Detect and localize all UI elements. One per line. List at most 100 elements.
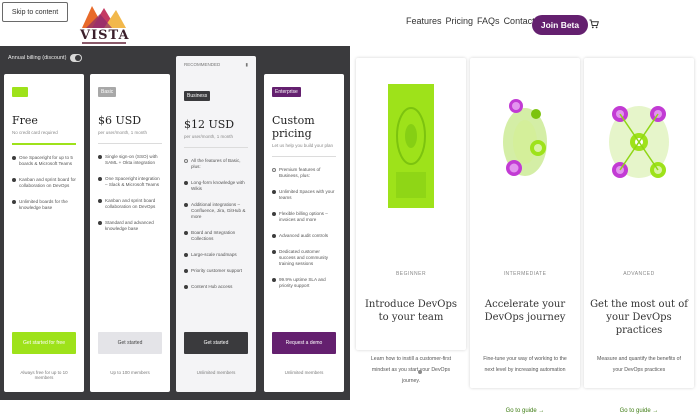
plan-card-free: Free Free No credit card required One Sp… xyxy=(4,74,84,392)
intermediate-illustration-icon xyxy=(503,99,547,176)
card-description: Measure and quantify the benefits of you… xyxy=(597,356,681,373)
logo-mark-icon xyxy=(82,6,126,28)
plan-price: Free xyxy=(12,114,38,127)
request-demo-button[interactable]: Request a demo xyxy=(272,332,336,354)
get-started-free-button[interactable]: Get started for free xyxy=(12,332,76,354)
feature-item: One Spaceright integration – Slack & Mic… xyxy=(98,176,162,188)
feature-item: Large-scale roadmaps xyxy=(184,252,248,258)
check-icon xyxy=(272,190,276,194)
recommended-row: RECOMMENDED ▮ xyxy=(184,62,248,68)
site-header: Skip to content VISTA Features Pricing F… xyxy=(0,0,700,46)
feature-item: Single sign-on (SSO) with SAML + Okta in… xyxy=(98,154,162,166)
nav-features[interactable]: Features xyxy=(406,16,442,26)
skip-to-content-link[interactable]: Skip to content xyxy=(2,2,68,22)
feature-item: Advanced audit controls xyxy=(272,233,336,239)
feature-item: Kanban and sprint board collaboration on… xyxy=(98,198,162,210)
check-icon xyxy=(98,199,102,203)
check-icon xyxy=(184,285,188,289)
check-icon xyxy=(12,156,16,160)
feature-item: Board and Integration Collections xyxy=(184,230,248,242)
plan-price: $12 USD xyxy=(184,118,235,131)
check-icon xyxy=(272,278,276,282)
feature-item: Unlimited Spaces with your teams xyxy=(272,189,336,201)
card-description: Fine-tune your way of working to the nex… xyxy=(483,356,567,373)
feature-item: Standard and advanced knowledge base xyxy=(98,220,162,232)
feature-item: Unlimited boards for the knowledge base xyxy=(12,199,76,211)
plan-badge: Free xyxy=(12,87,29,97)
plan-price: $6 USD xyxy=(98,114,142,127)
feature-item: All the features of Basic, plus: xyxy=(184,158,248,170)
guide-card-beginner[interactable]: BEGINNER Introduce DevOps to your team L… xyxy=(356,58,466,384)
plan-badge: Business xyxy=(184,91,211,101)
check-icon xyxy=(184,253,188,257)
carousel-dot[interactable] xyxy=(418,370,422,374)
plan-note: Always free for up to 10 members xyxy=(20,370,68,380)
get-started-business-button[interactable]: Get started xyxy=(184,332,248,354)
plan-note: Unlimited members xyxy=(196,370,236,375)
join-beta-button[interactable]: Join Beta xyxy=(532,15,588,35)
plan-subtitle: No credit card required xyxy=(12,130,58,135)
check-icon xyxy=(12,178,16,182)
plan-card-basic: Basic $6 USD per user/month, 1 month Sin… xyxy=(90,74,170,392)
logo[interactable]: VISTA xyxy=(80,6,130,44)
plan-accent-bar xyxy=(12,143,76,145)
billing-toggle-row: Annual billing (discount) xyxy=(8,54,83,62)
nav-pricing[interactable]: Pricing xyxy=(446,16,474,26)
plan-badge: Enterprise xyxy=(272,87,301,97)
cart-icon[interactable] xyxy=(589,19,599,29)
check-icon xyxy=(98,221,102,225)
plan-badge: Basic xyxy=(98,87,117,97)
plan-divider xyxy=(184,147,248,148)
plus-icon xyxy=(184,159,188,163)
feature-item: 99.9% uptime SLA and priority support xyxy=(272,277,336,289)
feature-item: Content Hub access xyxy=(184,284,248,290)
check-icon xyxy=(272,234,276,238)
recommended-label: RECOMMENDED xyxy=(184,62,221,67)
logo-text: VISTA xyxy=(80,28,130,43)
plan-divider xyxy=(98,143,162,144)
feature-item: Additional integrations – Confluence, Ji… xyxy=(184,202,248,220)
billing-toggle[interactable] xyxy=(70,54,83,62)
check-icon xyxy=(98,177,102,181)
go-to-guide-link[interactable]: Go to guide → xyxy=(470,408,580,414)
guide-card-intermediate[interactable]: INTERMEDIATE Accelerate your DevOps jour… xyxy=(470,58,580,414)
plan-card-business: RECOMMENDED ▮ Business $12 USD per user/… xyxy=(176,56,256,392)
feature-item: Long-form knowledge with Wikis xyxy=(184,180,248,192)
plan-subtitle: Let us help you build your plan xyxy=(272,143,334,148)
card-title: Introduce DevOps to your team xyxy=(364,299,458,323)
check-icon xyxy=(272,250,276,254)
get-started-basic-button[interactable]: Get started xyxy=(98,332,162,354)
pricing-panel: Annual billing (discount) Free Free No c… xyxy=(0,46,350,400)
plan-subtitle: per user/month, 1 month xyxy=(184,134,234,139)
check-icon xyxy=(184,181,188,185)
card-level: BEGINNER xyxy=(395,271,427,277)
feature-item: Kanban and sprint board for collaboratio… xyxy=(12,177,76,189)
logo-underline xyxy=(82,42,126,44)
nav-faqs[interactable]: FAQs xyxy=(477,16,500,26)
feature-list: Single sign-on (SSO) with SAML + Okta in… xyxy=(98,154,162,232)
nav-contact[interactable]: Contact xyxy=(504,16,535,26)
feature-item: Flexible billing options – invoices and … xyxy=(272,211,336,223)
plus-icon xyxy=(272,168,276,172)
feature-item: Priority customer support xyxy=(184,268,248,274)
check-icon xyxy=(98,155,102,159)
plan-subtitle: per user/month, 1 month xyxy=(98,130,148,135)
lock-icon: ▮ xyxy=(245,62,248,67)
guide-card-advanced[interactable]: ADVANCED Get the most out of your DevOps… xyxy=(584,58,694,414)
feature-list: One Spaceright for up to 5 boards & Micr… xyxy=(12,155,76,211)
advanced-illustration-icon xyxy=(609,106,669,178)
plan-note: Unlimited members xyxy=(284,370,324,375)
go-to-guide-link[interactable]: Go to guide → xyxy=(584,408,694,414)
card-title: Get the most out of your DevOps practice… xyxy=(590,299,688,336)
card-level: ADVANCED xyxy=(623,271,655,277)
plan-note: Up to 100 members xyxy=(110,370,150,375)
billing-label: Annual billing (discount) xyxy=(8,55,67,61)
card-level: INTERMEDIATE xyxy=(503,271,547,277)
card-description: Learn how to instill a customer-first mi… xyxy=(370,356,452,384)
feature-item: One Spaceright for up to 5 boards & Micr… xyxy=(12,155,76,167)
plan-card-enterprise: Enterprise Custom pricing Let us help yo… xyxy=(264,74,344,392)
main-nav: Features Pricing FAQs Contact xyxy=(406,16,535,26)
check-icon xyxy=(12,200,16,204)
card-title: Accelerate your DevOps journey xyxy=(484,299,566,323)
check-icon xyxy=(272,212,276,216)
